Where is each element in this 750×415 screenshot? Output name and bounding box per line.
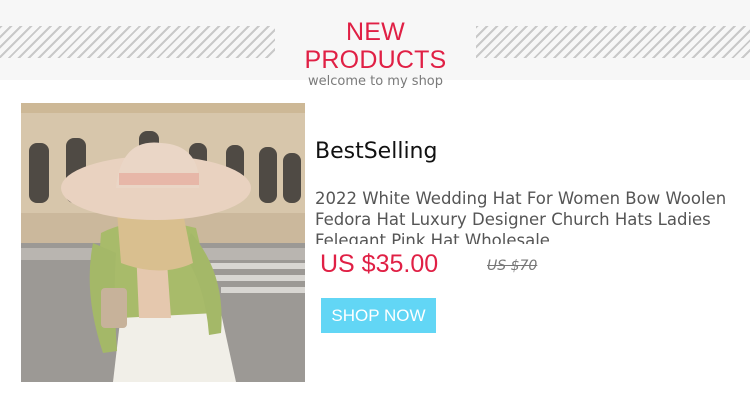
product-photo — [21, 103, 305, 382]
header-title-box: NEW PRODUCTS welcome to my shop — [275, 14, 476, 89]
product-info: BestSelling 2022 White Wedding Hat For W… — [315, 130, 735, 333]
section-title: NEW PRODUCTS — [304, 18, 447, 74]
section-subtitle: welcome to my shop — [307, 74, 444, 89]
header-banner: NEW PRODUCTS welcome to my shop — [0, 0, 750, 89]
product-image[interactable] — [21, 103, 305, 382]
decorative-stripes-right — [476, 26, 750, 58]
original-price: US $70 — [487, 258, 538, 274]
decorative-stripes-left — [0, 26, 275, 58]
current-price: US $35.00 — [320, 250, 439, 278]
product-description[interactable]: 2022 White Wedding Hat For Women Bow Woo… — [315, 188, 735, 244]
bestselling-label: BestSelling — [315, 139, 438, 164]
shop-now-button[interactable]: SHOP NOW — [321, 298, 436, 333]
